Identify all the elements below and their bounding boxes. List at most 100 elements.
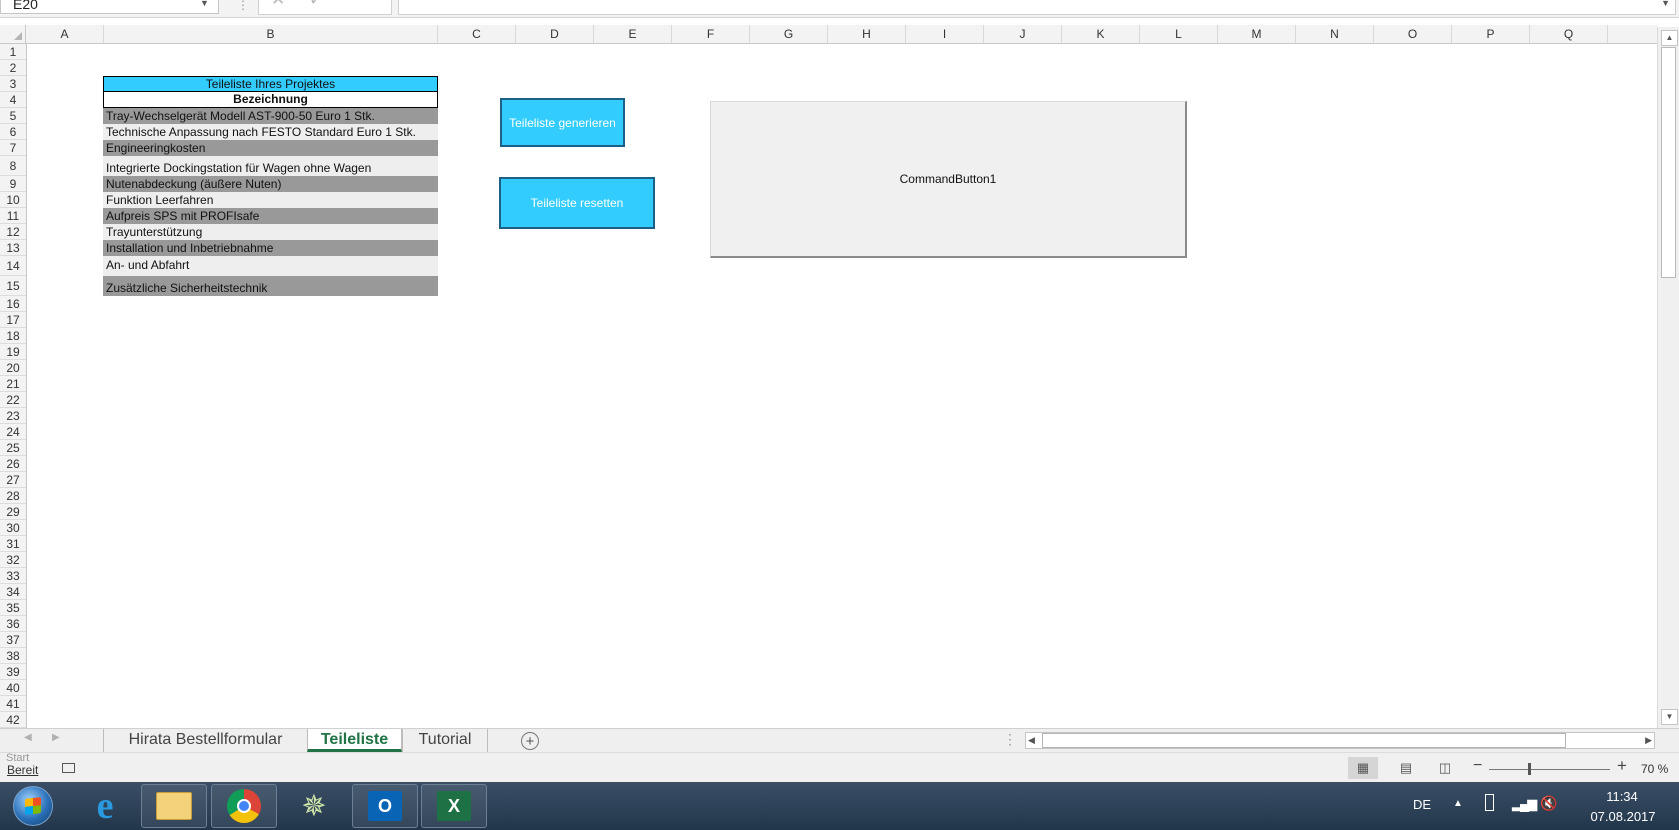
worksheet-grid[interactable]: Teileliste Ihres Projektes Bezeichnung T… bbox=[27, 44, 1657, 728]
volume-muted-icon[interactable]: 🔇 bbox=[1540, 795, 1557, 812]
chevron-down-icon[interactable]: ▼ bbox=[1661, 0, 1670, 8]
row-header-26[interactable]: 26 bbox=[0, 456, 26, 472]
row-header-7[interactable]: 7 bbox=[0, 140, 26, 156]
scroll-down-icon[interactable]: ▼ bbox=[1661, 709, 1678, 725]
row-header-34[interactable]: 34 bbox=[0, 584, 26, 600]
row-header-32[interactable]: 32 bbox=[0, 552, 26, 568]
horizontal-scroll-thumb[interactable] bbox=[1042, 733, 1566, 748]
horizontal-scrollbar[interactable]: ◀ ▶ bbox=[1025, 732, 1655, 749]
row-header-31[interactable]: 31 bbox=[0, 536, 26, 552]
row-header-12[interactable]: 12 bbox=[0, 224, 26, 240]
row-header-19[interactable]: 19 bbox=[0, 344, 26, 360]
formula-input[interactable] bbox=[398, 0, 1676, 15]
table-header[interactable]: Bezeichnung bbox=[103, 92, 438, 108]
battery-icon[interactable] bbox=[1485, 794, 1494, 811]
chrome-icon[interactable] bbox=[211, 784, 277, 828]
row-header-4[interactable]: 4 bbox=[0, 92, 26, 108]
column-header-e[interactable]: E bbox=[594, 25, 672, 43]
normal-view-icon[interactable]: ▦ bbox=[1348, 757, 1378, 779]
row-header-38[interactable]: 38 bbox=[0, 648, 26, 664]
row-header-16[interactable]: 16 bbox=[0, 296, 26, 312]
internet-explorer-icon[interactable]: e bbox=[72, 784, 138, 828]
row-header-6[interactable]: 6 bbox=[0, 124, 26, 140]
column-header-p[interactable]: P bbox=[1452, 25, 1530, 43]
plus-icon[interactable]: + bbox=[521, 732, 539, 750]
generate-list-button[interactable]: Teileliste generieren bbox=[500, 98, 625, 147]
row-header-37[interactable]: 37 bbox=[0, 632, 26, 648]
row-header-29[interactable]: 29 bbox=[0, 504, 26, 520]
clock-time[interactable]: 11:34 bbox=[1582, 789, 1662, 804]
row-header-41[interactable]: 41 bbox=[0, 696, 26, 712]
column-header-o[interactable]: O bbox=[1374, 25, 1452, 43]
zoom-slider[interactable] bbox=[1489, 769, 1610, 770]
row-header-25[interactable]: 25 bbox=[0, 440, 26, 456]
column-header-h[interactable]: H bbox=[828, 25, 906, 43]
network-signal-icon[interactable]: ▂▄▆ bbox=[1512, 796, 1537, 812]
zoom-slider-thumb[interactable] bbox=[1528, 763, 1531, 775]
vertical-scrollbar[interactable]: ▲ ▼ bbox=[1657, 27, 1679, 728]
row-header-1[interactable]: 1 bbox=[0, 44, 26, 60]
reset-list-button[interactable]: Teileliste resetten bbox=[499, 177, 655, 229]
row-header-13[interactable]: 13 bbox=[0, 240, 26, 256]
zoom-out-icon[interactable]: − bbox=[1473, 757, 1482, 775]
zoom-in-icon[interactable]: + bbox=[1617, 756, 1627, 776]
row-header-35[interactable]: 35 bbox=[0, 600, 26, 616]
tab-scroll-right-icon[interactable]: ▶ bbox=[52, 732, 60, 743]
column-header-k[interactable]: K bbox=[1062, 25, 1140, 43]
table-title[interactable]: Teileliste Ihres Projektes bbox=[103, 76, 438, 92]
row-header-20[interactable]: 20 bbox=[0, 360, 26, 376]
row-header-27[interactable]: 27 bbox=[0, 472, 26, 488]
row-header-22[interactable]: 22 bbox=[0, 392, 26, 408]
page-layout-icon[interactable]: ▤ bbox=[1391, 757, 1421, 779]
zoom-level[interactable]: 70 % bbox=[1641, 762, 1668, 776]
clock-date[interactable]: 07.08.2017 bbox=[1578, 809, 1668, 824]
table-row[interactable]: Tray-Wechselgerät Modell AST-900-50 Euro… bbox=[103, 108, 438, 124]
excel-icon[interactable]: X bbox=[421, 784, 487, 828]
column-header-c[interactable]: C bbox=[438, 25, 516, 43]
row-header-33[interactable]: 33 bbox=[0, 568, 26, 584]
show-hidden-icons-icon[interactable]: ▲ bbox=[1453, 798, 1463, 809]
row-header-28[interactable]: 28 bbox=[0, 488, 26, 504]
table-row[interactable]: Installation und Inbetriebnahme bbox=[103, 240, 438, 256]
row-header-3[interactable]: 3 bbox=[0, 76, 26, 92]
column-header-g[interactable]: G bbox=[750, 25, 828, 43]
tab-scroll-left-icon[interactable]: ◀ bbox=[24, 732, 32, 743]
row-header-18[interactable]: 18 bbox=[0, 328, 26, 344]
row-header-14[interactable]: 14 bbox=[0, 256, 26, 276]
table-row[interactable]: Nutenabdeckung (äußere Nuten) bbox=[103, 176, 438, 192]
row-header-23[interactable]: 23 bbox=[0, 408, 26, 424]
column-header-m[interactable]: M bbox=[1218, 25, 1296, 43]
checkmark-icon[interactable]: ✓ bbox=[309, 0, 323, 8]
row-header-11[interactable]: 11 bbox=[0, 208, 26, 224]
row-header-2[interactable]: 2 bbox=[0, 60, 26, 76]
row-header-30[interactable]: 30 bbox=[0, 520, 26, 536]
column-header-j[interactable]: J bbox=[984, 25, 1062, 43]
table-row[interactable]: Funktion Leerfahren bbox=[103, 192, 438, 208]
column-header-b[interactable]: B bbox=[104, 25, 438, 43]
column-header-i[interactable]: I bbox=[906, 25, 984, 43]
row-header-40[interactable]: 40 bbox=[0, 680, 26, 696]
row-header-8[interactable]: 8 bbox=[0, 156, 26, 176]
splitter-dots-icon[interactable]: ⋮ bbox=[1003, 731, 1017, 748]
scroll-right-icon[interactable]: ▶ bbox=[1645, 733, 1652, 748]
tab-hirata-bestellformular[interactable]: Hirata Bestellformular bbox=[103, 729, 307, 752]
vertical-scroll-thumb[interactable] bbox=[1661, 47, 1676, 278]
macro-record-icon[interactable] bbox=[62, 763, 75, 773]
column-header-n[interactable]: N bbox=[1296, 25, 1374, 43]
row-header-24[interactable]: 24 bbox=[0, 424, 26, 440]
scroll-up-icon[interactable]: ▲ bbox=[1661, 30, 1678, 46]
command-button-1[interactable]: CommandButton1 bbox=[710, 101, 1187, 258]
row-header-39[interactable]: 39 bbox=[0, 664, 26, 680]
column-header-f[interactable]: F bbox=[672, 25, 750, 43]
tab-tutorial[interactable]: Tutorial bbox=[402, 729, 488, 752]
row-header-21[interactable]: 21 bbox=[0, 376, 26, 392]
column-header-a[interactable]: A bbox=[26, 25, 104, 43]
column-header-l[interactable]: L bbox=[1140, 25, 1218, 43]
page-break-icon[interactable]: ◫ bbox=[1430, 757, 1460, 779]
tool-icon[interactable]: ✵ bbox=[281, 784, 347, 828]
row-header-9[interactable]: 9 bbox=[0, 176, 26, 192]
row-header-36[interactable]: 36 bbox=[0, 616, 26, 632]
table-row[interactable]: Trayunterstützung bbox=[103, 224, 438, 240]
table-row[interactable]: Zusätzliche Sicherheitstechnik bbox=[103, 276, 438, 296]
name-box[interactable]: E20 bbox=[0, 0, 219, 14]
